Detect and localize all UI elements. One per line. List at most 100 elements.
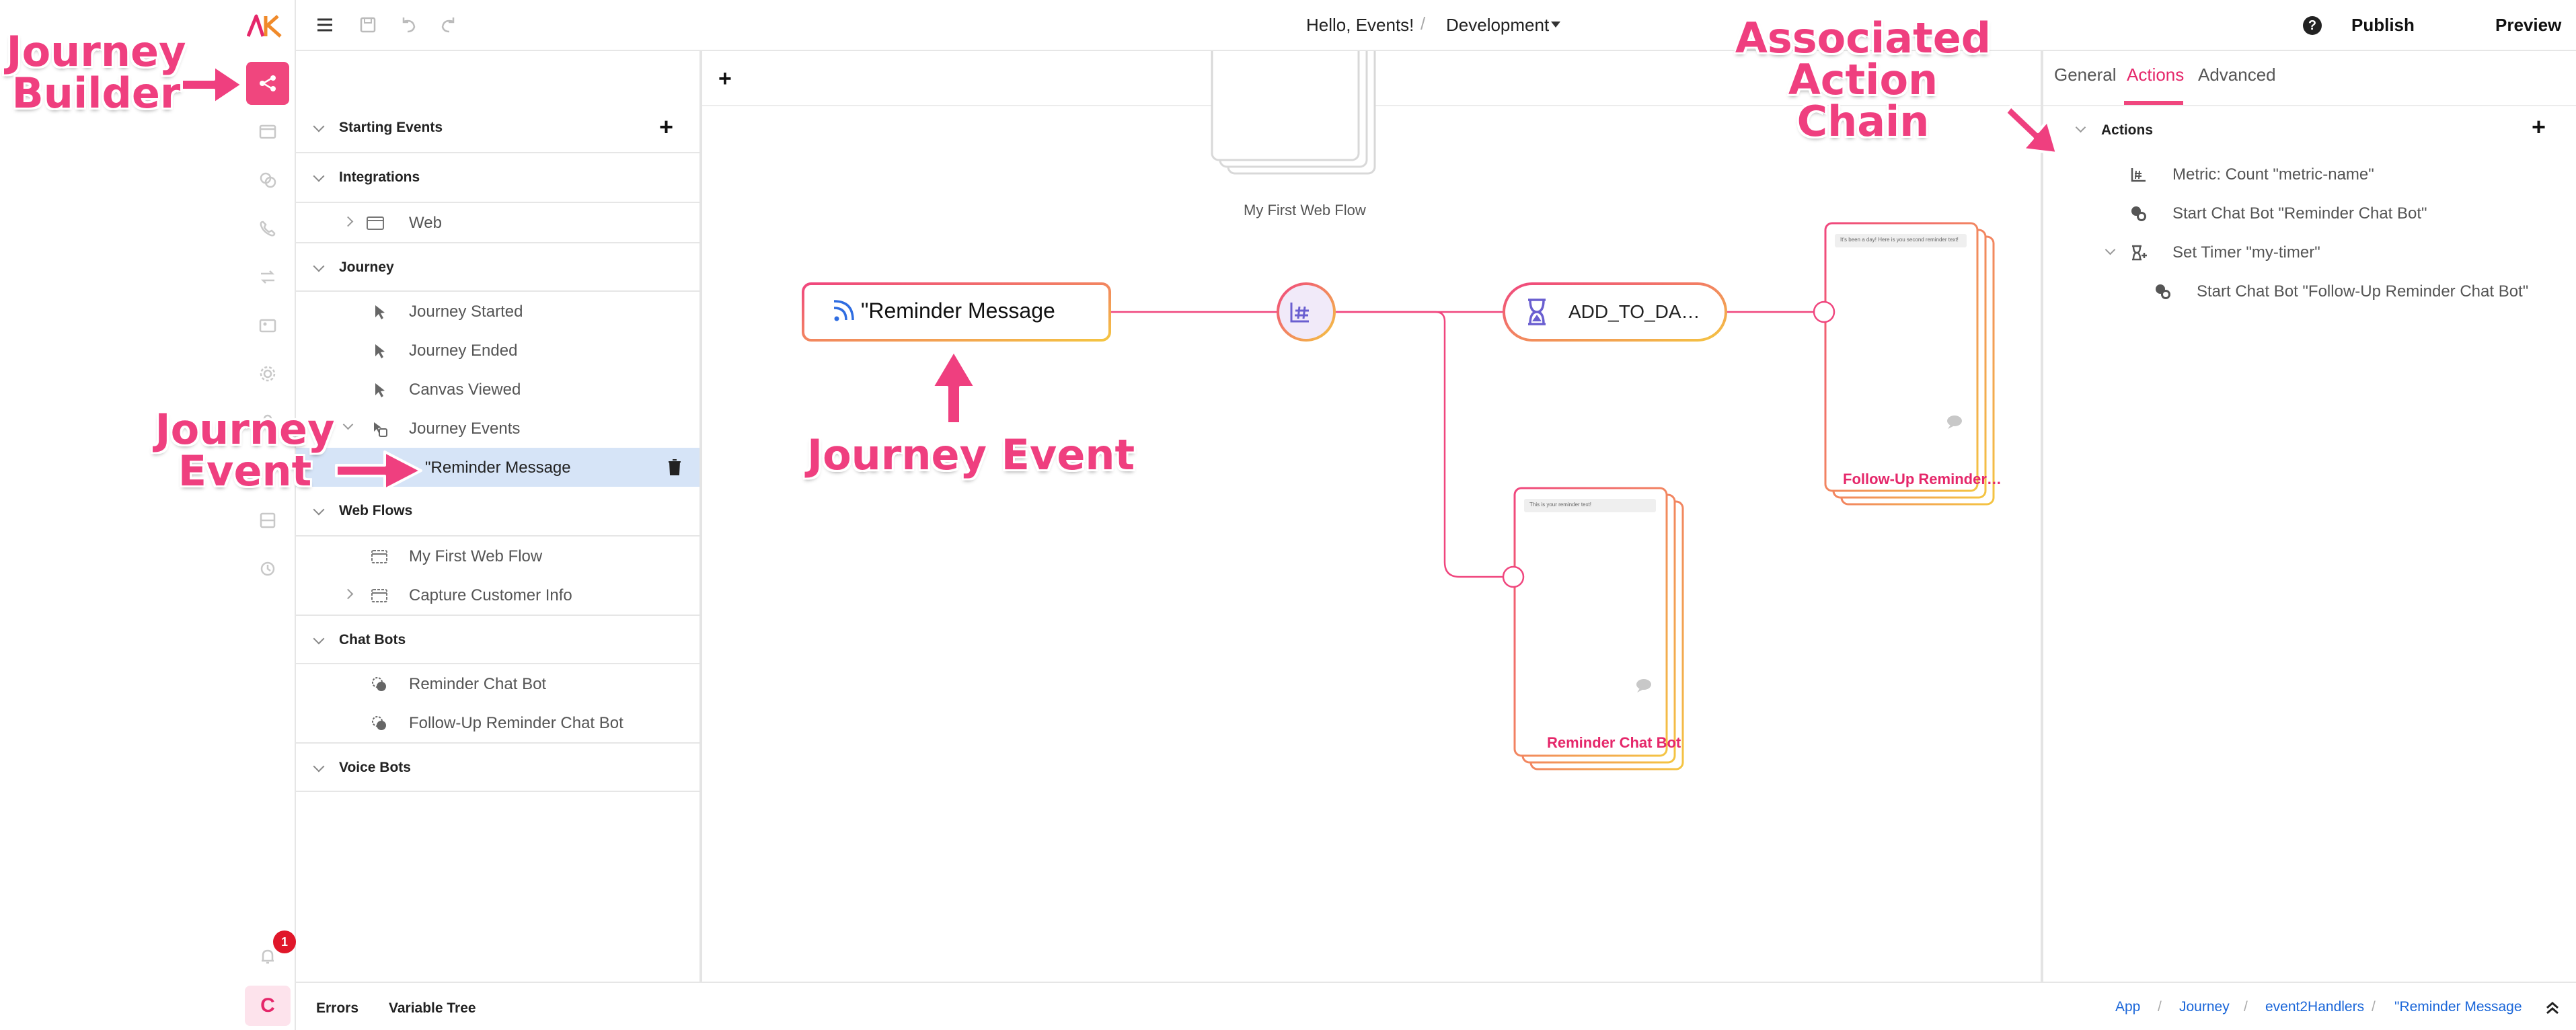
chat-bot-icon	[2131, 206, 2146, 221]
list-item-canvas-viewed[interactable]: Canvas Viewed	[296, 370, 699, 409]
add-action-button[interactable]: +	[2532, 113, 2546, 141]
cursor-icon	[375, 305, 385, 319]
web-flow-node[interactable]	[1211, 51, 1376, 175]
list-item-my-first-web-flow[interactable]: My First Web Flow	[296, 537, 699, 576]
web-flow-icon	[371, 550, 387, 563]
bell-icon	[262, 949, 274, 964]
tab-actions[interactable]: Actions	[2127, 65, 2184, 85]
breadcrumb-event2handlers[interactable]: event2Handlers	[2265, 999, 2364, 1015]
follow-up-preview-text: It's been a day! Here is you second remi…	[1840, 237, 1959, 243]
list-item-label: Follow-Up Reminder Chat Bot	[409, 714, 623, 732]
save-icon[interactable]	[356, 13, 379, 36]
chevron-down-icon[interactable]	[313, 760, 325, 772]
collapse-up-icon[interactable]	[2542, 998, 2563, 1018]
annotation-journey-event-side: Journey Event	[155, 405, 335, 496]
user-avatar[interactable]: C	[245, 986, 291, 1026]
action-label: Metric: Count "metric-name"	[2172, 165, 2374, 184]
list-item-journey-ended[interactable]: Journey Ended	[296, 331, 699, 370]
bottom-bar: Errors Variable Tree App / Journey / eve…	[296, 982, 2576, 1030]
section-label: Integrations	[339, 169, 420, 185]
chevron-down-icon[interactable]	[2075, 122, 2086, 133]
section-starting-events[interactable]: Starting Events +	[296, 104, 699, 153]
follow-up-chatbot-node[interactable]	[1813, 222, 1995, 506]
topbar-separator: /	[1420, 13, 1426, 34]
trash-icon[interactable]	[667, 459, 682, 476]
environment-selector[interactable]: Development	[1446, 15, 1549, 36]
app-logo[interactable]	[247, 13, 285, 38]
tabs-divider	[2043, 105, 2576, 106]
web-flow-node-label: My First Web Flow	[1244, 202, 1366, 219]
list-item-follow-up-reminder-chat-bot[interactable]: Follow-Up Reminder Chat Bot	[296, 703, 699, 742]
web-flows-button[interactable]	[246, 110, 289, 153]
media-button[interactable]	[246, 304, 289, 347]
settings-button[interactable]	[246, 352, 289, 395]
variable-tree-tab[interactable]: Variable Tree	[389, 1000, 476, 1017]
storage-button[interactable]	[246, 499, 289, 542]
breadcrumb-reminder-message[interactable]: "Reminder Message	[2394, 999, 2522, 1015]
journey-builder-button[interactable]	[246, 62, 289, 105]
journey-canvas[interactable]: + My First Web Flow "Reminder Message AD…	[702, 51, 2043, 982]
list-item-journey-events[interactable]: Journey Events	[296, 409, 699, 448]
section-label: Voice Bots	[339, 760, 411, 775]
list-item-web[interactable]: Web	[296, 203, 699, 242]
media-icon	[259, 319, 276, 333]
list-item-journey-started[interactable]: Journey Started	[296, 292, 699, 331]
tab-advanced[interactable]: Advanced	[2198, 65, 2276, 85]
menu-icon[interactable]	[313, 13, 336, 36]
list-item-label: Canvas Viewed	[409, 381, 521, 399]
section-chat-bots[interactable]: Chat Bots	[296, 615, 699, 664]
voice-bots-button[interactable]	[246, 207, 289, 250]
chat-bots-button[interactable]	[246, 159, 289, 202]
history-icon	[260, 561, 275, 576]
browser-window-icon	[367, 216, 384, 230]
chevron-right-icon[interactable]	[342, 216, 354, 227]
breadcrumb-app[interactable]: App	[2115, 999, 2140, 1015]
chevron-down-icon[interactable]	[2105, 244, 2116, 255]
integrations-button[interactable]	[246, 255, 289, 299]
greeting-text: Hello, Events!	[1306, 15, 1414, 35]
section-journey[interactable]: Journey	[296, 242, 699, 292]
web-flow-icon	[371, 589, 387, 602]
section-voice-bots[interactable]: Voice Bots	[296, 742, 699, 792]
notification-badge: 1	[273, 930, 296, 953]
redo-icon[interactable]	[437, 13, 460, 36]
preview-button[interactable]: Preview	[2495, 15, 2561, 36]
tab-general[interactable]: General	[2054, 65, 2117, 85]
chevron-down-icon[interactable]	[313, 633, 325, 645]
add-starting-event-button[interactable]: +	[659, 113, 673, 141]
list-item-label: Web	[409, 214, 442, 232]
undo-icon[interactable]	[397, 13, 420, 36]
section-label: Web Flows	[339, 503, 413, 518]
explorer-panel: Starting Events + Integrations Web Journ…	[296, 51, 702, 982]
metric-node[interactable]	[1277, 282, 1336, 342]
action-label: Start Chat Bot "Reminder Chat Bot"	[2172, 204, 2427, 223]
breadcrumb-separator: /	[2244, 999, 2248, 1015]
chat-bot-icon	[372, 716, 386, 730]
reminder-chatbot-node[interactable]	[1502, 487, 1684, 770]
section-label: Chat Bots	[339, 632, 406, 647]
chevron-down-icon[interactable]	[313, 120, 325, 132]
top-bar: Hello, Events! / Development ? Publish P…	[296, 0, 2576, 51]
list-item-capture-customer-info[interactable]: Capture Customer Info	[296, 576, 699, 615]
list-item-reminder-chat-bot[interactable]: Reminder Chat Bot	[296, 664, 699, 703]
cursor-icon	[375, 344, 385, 358]
breadcrumb-journey[interactable]: Journey	[2179, 999, 2230, 1015]
list-item-reminder-message[interactable]: "Reminder Message	[296, 448, 699, 487]
section-integrations[interactable]: Integrations	[296, 153, 699, 203]
section-web-flows[interactable]: Web Flows	[296, 487, 699, 537]
caret-down-icon[interactable]	[1551, 22, 1560, 28]
history-button[interactable]	[246, 547, 289, 590]
list-item-label: Journey Ended	[409, 342, 518, 360]
chevron-down-icon[interactable]	[313, 504, 325, 516]
help-icon[interactable]: ?	[2303, 16, 2322, 35]
settings-icon	[260, 366, 276, 382]
errors-tab[interactable]: Errors	[316, 1000, 358, 1017]
chevron-down-icon[interactable]	[313, 260, 325, 272]
cursor-icon	[375, 383, 385, 397]
list-item-label: Journey Events	[409, 420, 521, 438]
chevron-down-icon[interactable]	[313, 170, 325, 182]
chevron-right-icon[interactable]	[342, 588, 354, 600]
action-label: Set Timer "my-timer"	[2172, 243, 2320, 262]
reminder-chatbot-label: Reminder Chat Bot	[1547, 734, 1681, 751]
publish-button[interactable]: Publish	[2351, 15, 2415, 36]
